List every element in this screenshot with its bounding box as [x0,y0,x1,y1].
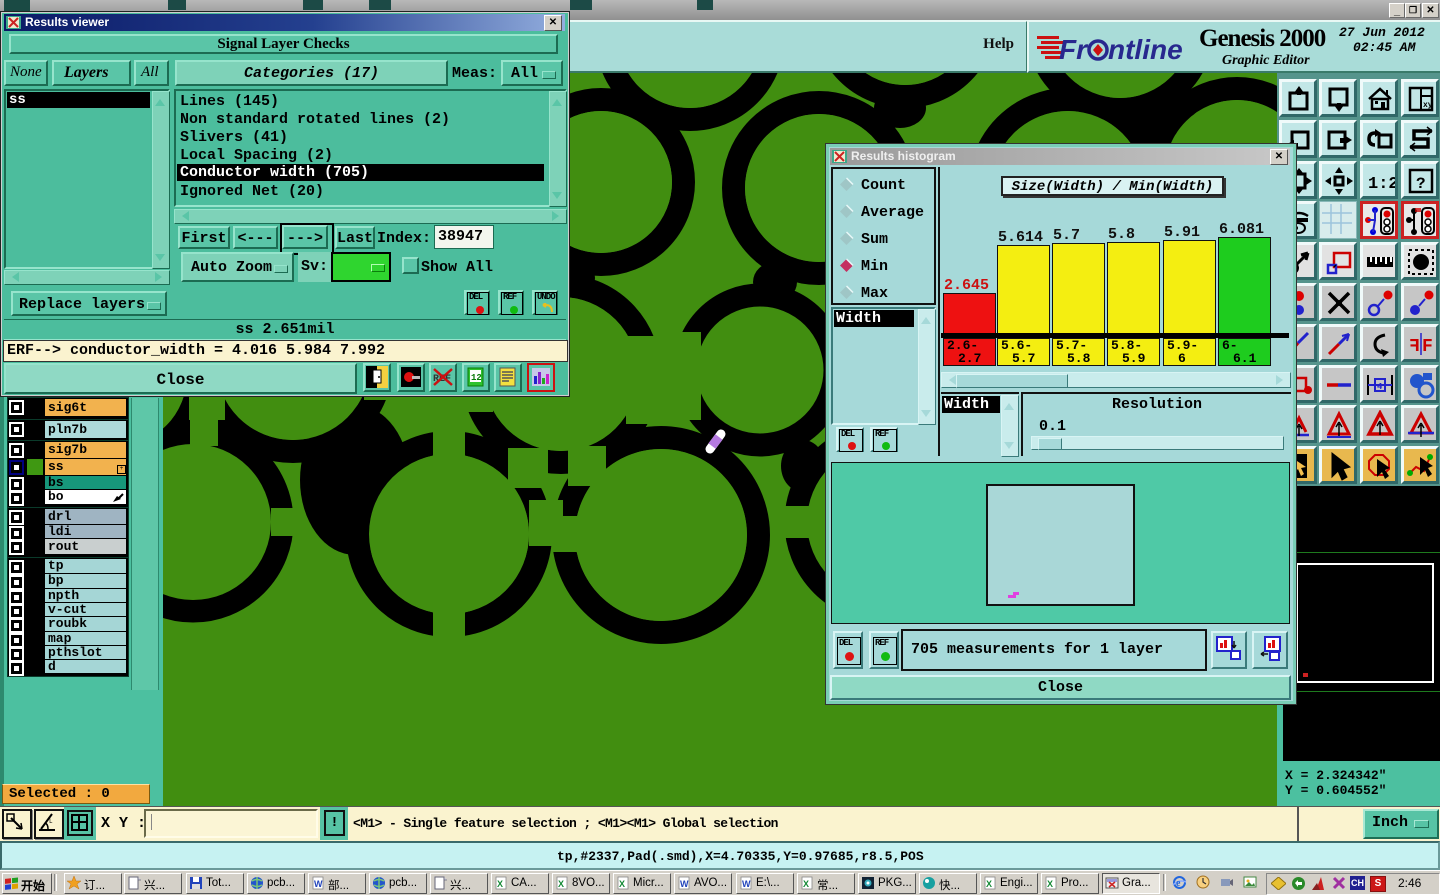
svg-text:X: X [986,879,992,889]
svg-text:F: F [1409,337,1420,357]
svg-text:ntline: ntline [1108,34,1183,65]
svg-text:12: 12 [471,373,482,383]
svg-text:Fr: Fr [1059,34,1089,65]
svg-text:W: W [742,879,751,889]
svg-text:F: F [1422,337,1433,357]
svg-text:X: X [558,879,564,889]
svg-text:?: ? [1416,175,1426,193]
svg-text:W: W [314,879,323,889]
svg-text:4: 4 [1377,382,1383,392]
svg-text:L: L [49,818,53,825]
svg-text:X: X [1047,879,1053,889]
svg-text:1:2: 1:2 [1368,175,1395,194]
svg-text:X: X [497,879,503,889]
svg-text:X: X [803,879,809,889]
svg-text:W: W [680,879,689,889]
svg-text:e: e [1176,878,1181,889]
svg-text:X: X [619,879,625,889]
svg-text:xy: xy [1423,101,1433,110]
